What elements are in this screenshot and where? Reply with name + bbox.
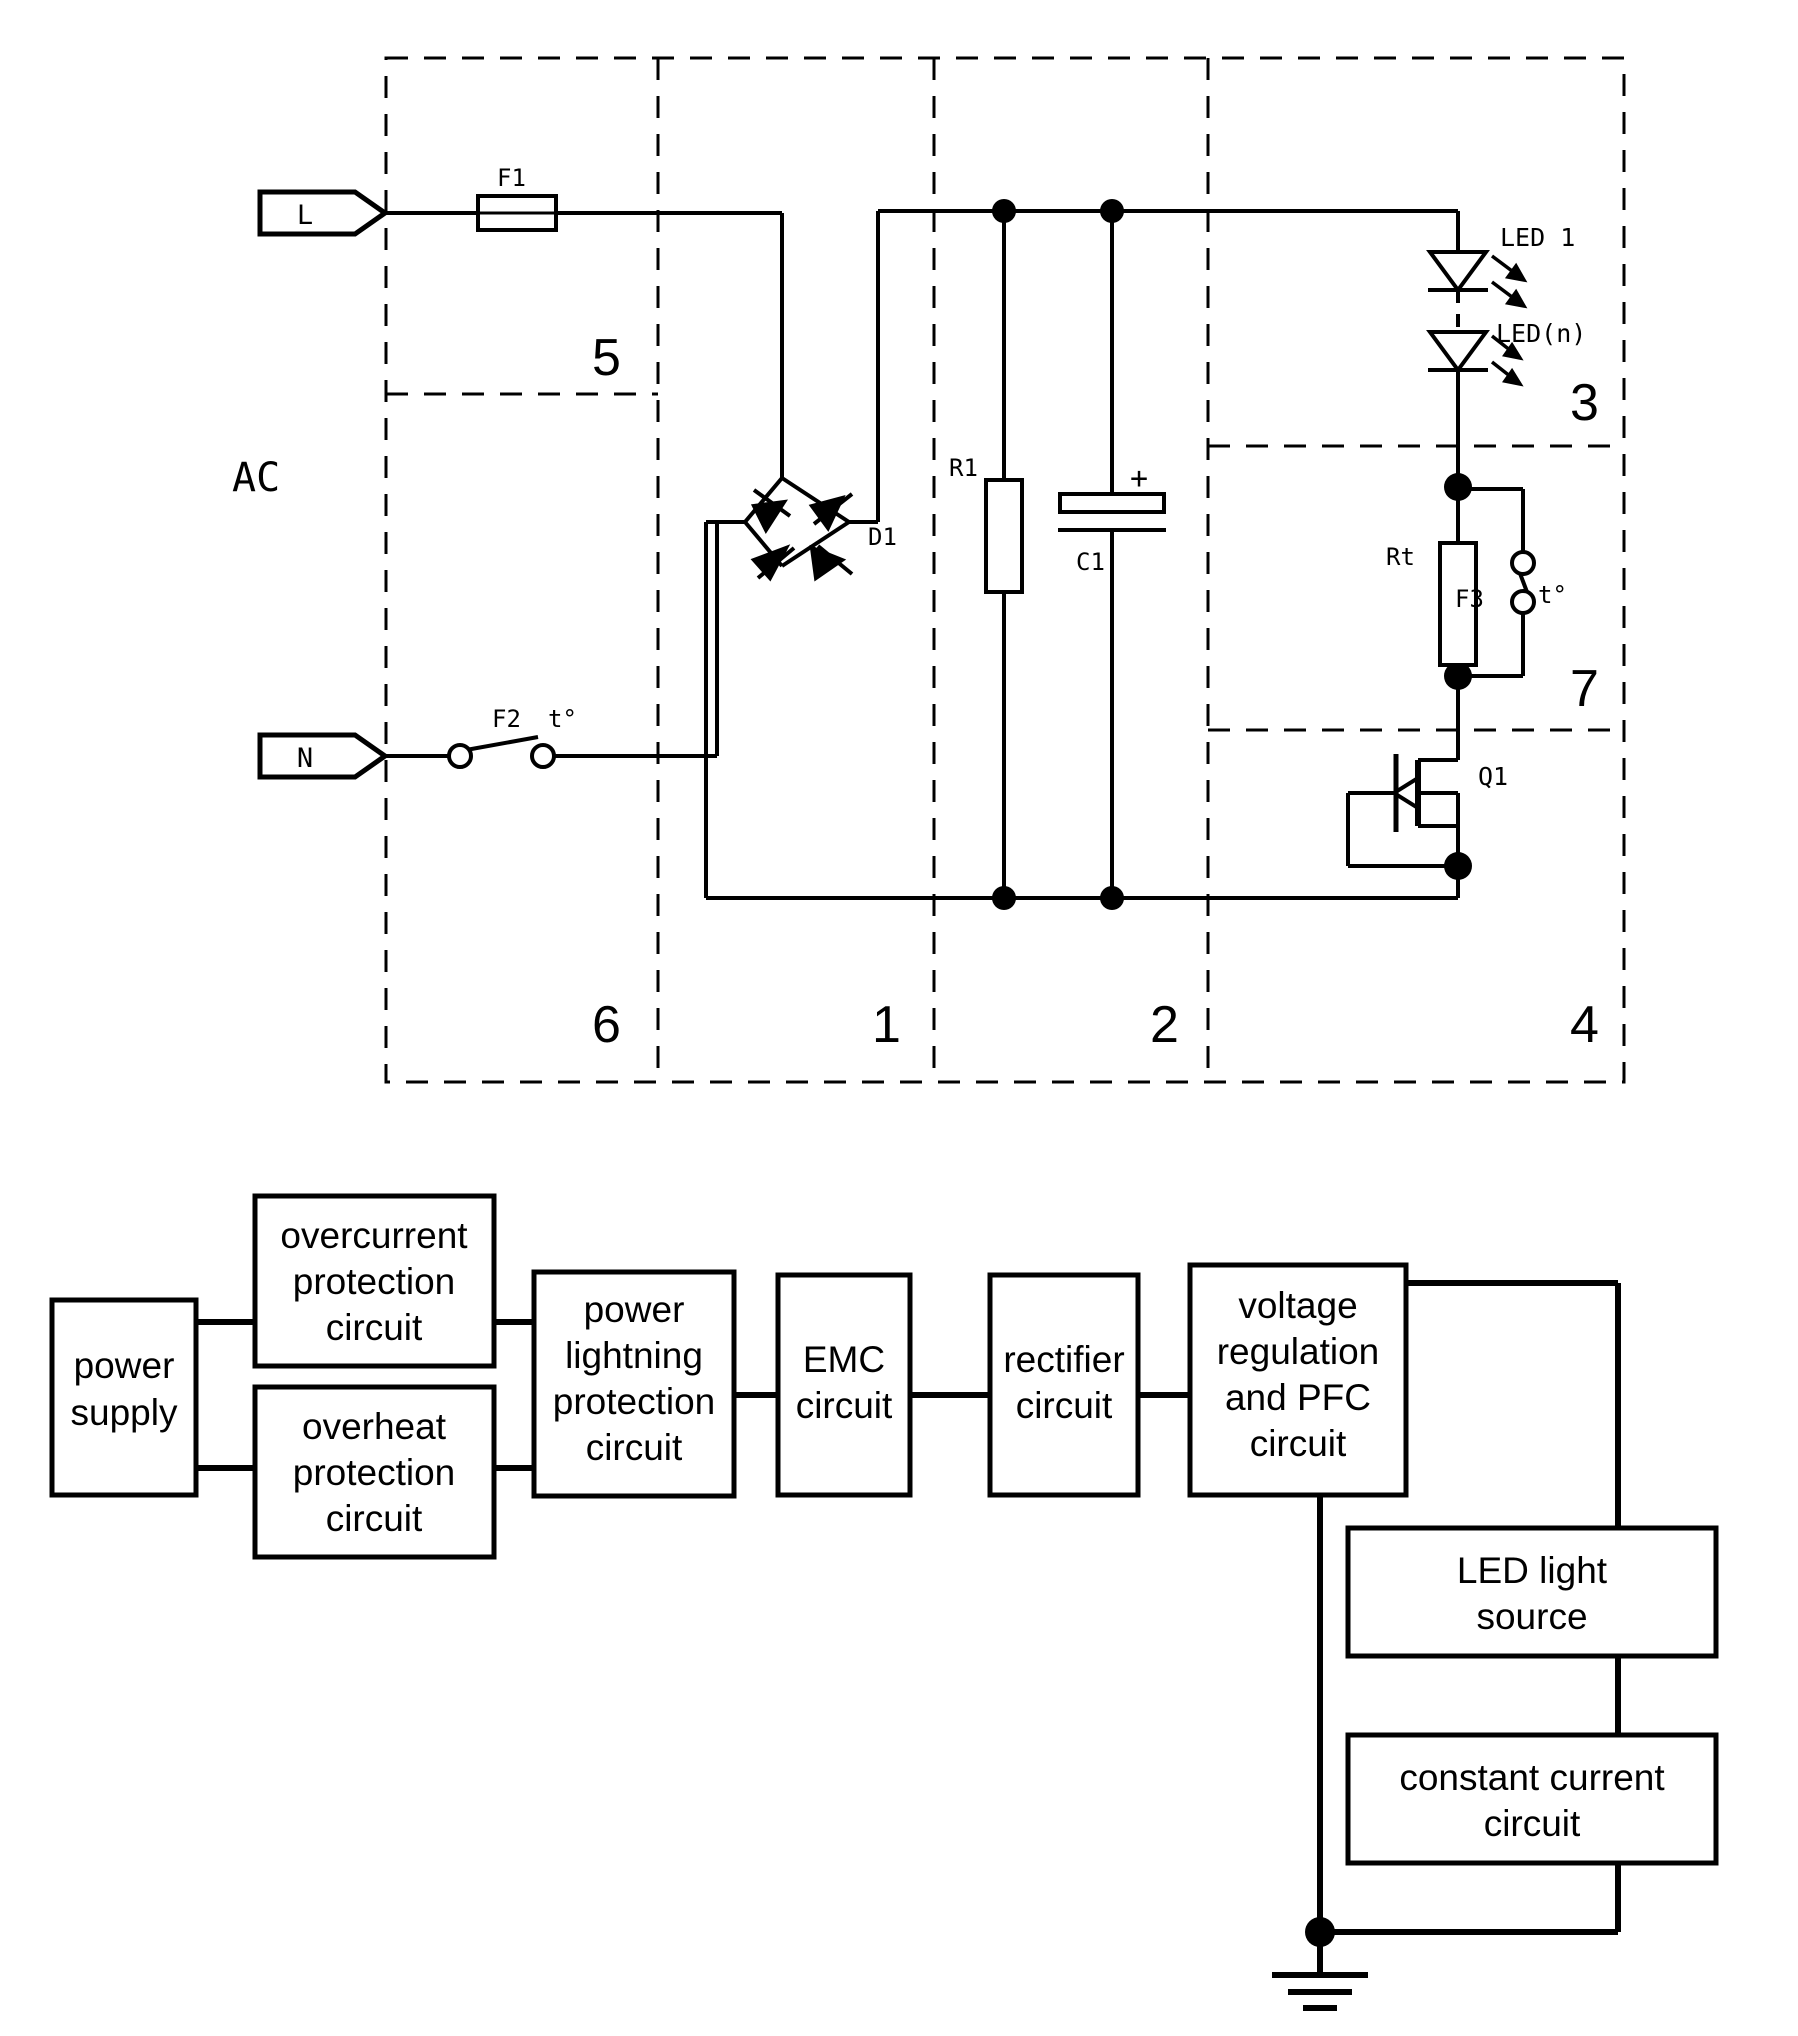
component-r1: R1 bbox=[949, 199, 1024, 910]
block-constant-current-line-2: circuit bbox=[1484, 1803, 1581, 1844]
region-6-label: 6 bbox=[592, 996, 621, 1054]
block-overheat-protection[interactable]: overheat protection circuit bbox=[252, 1384, 497, 1560]
junction-q1-source bbox=[1444, 852, 1472, 880]
block-power-lightning-protection[interactable]: power lightning protection circuit bbox=[531, 1269, 737, 1499]
c1-plate-top bbox=[1058, 492, 1166, 514]
block-led-source-line-2: source bbox=[1476, 1596, 1587, 1637]
block-power-supply[interactable]: power supply bbox=[49, 1297, 199, 1498]
component-rt: Rt bbox=[1386, 487, 1478, 676]
terminal-n-tag bbox=[257, 732, 390, 780]
block-overcurrent-line-2: protection bbox=[293, 1261, 456, 1302]
region-4-label: 4 bbox=[1570, 996, 1599, 1054]
led1-emission-arrows bbox=[1490, 254, 1528, 309]
led1-triangle bbox=[1426, 250, 1490, 294]
junction-c1-top bbox=[1100, 199, 1124, 223]
block-lightning-line-3: protection bbox=[553, 1381, 716, 1422]
ac-source-label: AC bbox=[232, 455, 280, 501]
led1-label: LED 1 bbox=[1500, 223, 1575, 252]
r1-body bbox=[984, 478, 1024, 594]
block-led-light-source[interactable]: LED light source bbox=[1345, 1525, 1719, 1659]
block-constant-current[interactable]: constant current circuit bbox=[1345, 1732, 1719, 1866]
block-overcurrent-protection[interactable]: overcurrent protection circuit bbox=[252, 1193, 497, 1369]
terminal-n-label: N bbox=[297, 743, 313, 774]
component-c1: + C1 bbox=[1058, 199, 1166, 910]
figure-root: L F1 AC 5 N F2 t° D1 R1 + C1 LED 1 LED(n… bbox=[0, 0, 1798, 2036]
r1-label: R1 bbox=[949, 454, 978, 482]
thermal-protection-block: Rt F3 t° bbox=[1386, 473, 1567, 690]
block-emc[interactable]: EMC circuit bbox=[775, 1272, 913, 1498]
q1-label: Q1 bbox=[1478, 762, 1508, 791]
block-overheat-line-2: protection bbox=[293, 1452, 456, 1493]
block-rectifier[interactable]: rectifier circuit bbox=[987, 1272, 1141, 1498]
c1-label: C1 bbox=[1076, 548, 1105, 576]
figure-canvas: L F1 AC 5 N F2 t° D1 R1 + C1 LED 1 LED(n… bbox=[49, 56, 1719, 2011]
region-7-label: 7 bbox=[1570, 660, 1599, 718]
block-vreg-line-2: regulation bbox=[1217, 1331, 1380, 1372]
c1-polarity-label: + bbox=[1130, 461, 1148, 496]
junction-r1-top bbox=[992, 199, 1016, 223]
block-overcurrent-line-1: overcurrent bbox=[280, 1215, 468, 1256]
region-1-label: 1 bbox=[872, 996, 901, 1054]
f3-label: F3 bbox=[1455, 585, 1484, 613]
d1-diodes bbox=[750, 488, 854, 582]
f2-contact-left bbox=[447, 743, 473, 769]
block-rectifier-line-2: circuit bbox=[1016, 1385, 1113, 1426]
block-rectifier-line-1: rectifier bbox=[1003, 1339, 1124, 1380]
block-vreg-line-1: voltage bbox=[1238, 1285, 1357, 1326]
region-5-label: 5 bbox=[592, 329, 621, 387]
block-voltage-regulation-pfc[interactable]: voltage regulation and PFC circuit bbox=[1187, 1262, 1409, 1498]
block-lightning-line-1: power bbox=[584, 1289, 685, 1330]
f3-contact-bottom bbox=[1510, 589, 1536, 615]
block-vreg-line-4: circuit bbox=[1250, 1423, 1347, 1464]
block-emc-line-2: circuit bbox=[796, 1385, 893, 1426]
block-overheat-line-3: circuit bbox=[326, 1498, 423, 1539]
block-vreg-line-3: and PFC bbox=[1225, 1377, 1371, 1418]
region-2-label: 2 bbox=[1150, 996, 1179, 1054]
block-overheat-line-1: overheat bbox=[302, 1406, 447, 1447]
f3-contact-top bbox=[1510, 550, 1536, 576]
block-power-supply-line-2: supply bbox=[71, 1392, 178, 1433]
terminal-l: L bbox=[257, 189, 390, 237]
block-lightning-line-4: circuit bbox=[586, 1427, 683, 1468]
terminal-n: N bbox=[257, 732, 390, 780]
f2-blade bbox=[465, 735, 539, 752]
component-f1: F1 bbox=[476, 164, 558, 232]
d1-label: D1 bbox=[868, 523, 897, 551]
block-emc-line-1: EMC bbox=[803, 1339, 885, 1380]
f2-temp-label: t° bbox=[548, 705, 577, 733]
block-led-source-line-1: LED light bbox=[1457, 1550, 1608, 1591]
terminal-l-tag bbox=[257, 189, 390, 237]
schematic-diagram: L F1 AC 5 N F2 t° D1 R1 + C1 LED 1 LED(n… bbox=[232, 56, 1626, 1084]
component-d1: D1 bbox=[743, 476, 897, 582]
terminal-l-label: L bbox=[297, 200, 313, 231]
f2-label: F2 bbox=[492, 705, 521, 733]
block-diagram: power supply overcurrent protection circ… bbox=[49, 1193, 1719, 2011]
f3-temp-label: t° bbox=[1538, 581, 1567, 609]
f1-label: F1 bbox=[497, 164, 526, 192]
junction-c1-bottom bbox=[1100, 886, 1124, 910]
ledn-triangle bbox=[1426, 330, 1490, 374]
ledn-label: LED(n) bbox=[1496, 319, 1586, 348]
block-boxes: power supply overcurrent protection circ… bbox=[49, 1193, 1719, 1866]
block-lightning-line-2: lightning bbox=[565, 1335, 703, 1376]
block-power-supply-line-1: power bbox=[74, 1345, 175, 1386]
component-q1: Q1 bbox=[1346, 676, 1508, 898]
region-3-label: 3 bbox=[1570, 374, 1599, 432]
junction-r1-bottom bbox=[992, 886, 1016, 910]
rt-label: Rt bbox=[1386, 543, 1415, 571]
wire-l-branch bbox=[385, 211, 784, 478]
component-led1: LED 1 bbox=[1426, 223, 1575, 309]
f2-contact-right bbox=[530, 743, 556, 769]
component-ledn: LED(n) bbox=[1426, 319, 1586, 387]
block-constant-current-line-1: constant current bbox=[1399, 1757, 1665, 1798]
q1-gate-tie bbox=[1346, 791, 1458, 868]
block-overcurrent-line-3: circuit bbox=[326, 1307, 423, 1348]
